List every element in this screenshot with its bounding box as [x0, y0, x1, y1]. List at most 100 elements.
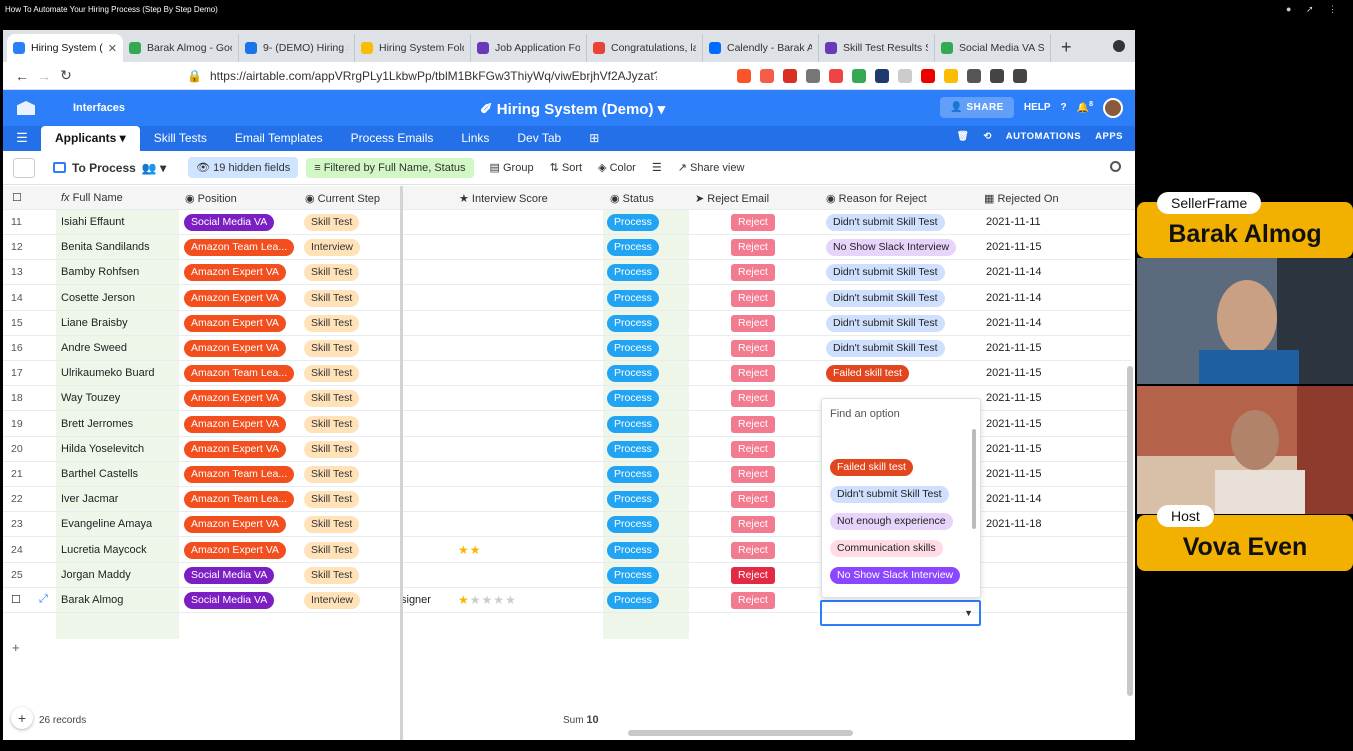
sidebar-icon[interactable] [990, 68, 1004, 83]
help-button[interactable]: HELP [1024, 102, 1051, 113]
status-cell[interactable]: Process [607, 239, 659, 257]
add-table-icon[interactable]: ⊞ [575, 131, 613, 151]
reject-email-button[interactable]: Reject [731, 592, 775, 609]
current-step-cell[interactable]: Skill Test [304, 264, 360, 282]
alert-icon[interactable] [760, 68, 774, 83]
automations-button[interactable]: AUTOMATIONS [1006, 131, 1081, 142]
browser-tab[interactable]: Social Media VA Sk [935, 34, 1051, 62]
dropdown-option[interactable]: No Show Slack Interview [830, 567, 961, 584]
table-tab[interactable]: Email Templates [221, 131, 337, 151]
full-name-cell[interactable]: Benita Sandilands [61, 241, 150, 253]
full-name-cell[interactable]: Iver Jacmar [61, 493, 118, 505]
current-step-cell[interactable]: Interview [304, 592, 361, 609]
status-cell[interactable]: Process [607, 390, 659, 408]
reject-email-button[interactable]: Reject [731, 415, 775, 433]
position-cell[interactable]: Amazon Team Lea... [184, 466, 295, 483]
brave-icon[interactable] [737, 68, 751, 83]
close-icon[interactable]: ✕ [108, 42, 117, 55]
table-tab[interactable]: Links [447, 131, 503, 151]
horizontal-scrollbar[interactable] [628, 730, 853, 736]
full-name-cell[interactable]: Ulrikaumeko Buard [61, 367, 155, 379]
position-cell[interactable]: Amazon Team Lea... [184, 365, 295, 383]
position-cell[interactable]: Amazon Expert VA [184, 541, 286, 559]
active-cell-reason[interactable]: ▼ [820, 600, 981, 626]
status-cell[interactable]: Process [607, 289, 659, 307]
status-cell[interactable]: Process [607, 541, 659, 559]
dropdown-scrollbar[interactable] [972, 429, 976, 529]
full-name-cell[interactable]: Isiahi Effaunt [61, 216, 124, 228]
table-row[interactable]: 14 Cosette Jerson Amazon Expert VA Skill Te… [3, 286, 1131, 311]
interview-score-rating[interactable]: ★★ [458, 543, 482, 557]
status-cell[interactable]: Process [607, 214, 659, 231]
reject-email-button[interactable]: Reject [731, 440, 775, 458]
full-name-cell[interactable]: Jorgan Maddy [61, 569, 131, 581]
help-icon[interactable]: ? [1061, 102, 1067, 113]
position-cell[interactable]: Social Media VA [184, 592, 275, 609]
current-step-cell[interactable]: Skill Test [304, 390, 360, 408]
status-cell[interactable]: Process [607, 491, 659, 509]
notifications-icon[interactable]: 🔔8 [1077, 101, 1093, 113]
dropdown-option[interactable]: Failed skill test [830, 459, 913, 476]
expand-icon[interactable]: ⤢ [39, 593, 48, 606]
current-step-cell[interactable]: Skill Test [304, 289, 360, 307]
table-row[interactable]: 11 Isiahi Effaunt Social Media VA Skill Tes… [3, 210, 1131, 235]
status-cell[interactable]: Process [607, 440, 659, 458]
table-row[interactable]: 13 Bamby Rohfsen Amazon Expert VA Skill Tes… [3, 260, 1131, 286]
position-cell[interactable]: Amazon Team Lea... [184, 491, 295, 509]
rejected-on-cell[interactable]: 2021-11-15 [986, 241, 1041, 253]
url-field[interactable]: 🔒 https://airtable.com/appVRrgPLy1LkbwPp/… [187, 69, 657, 83]
reason-cell[interactable]: Didn't submit Skill Test [826, 214, 945, 231]
current-step-cell[interactable]: Skill Test [304, 440, 360, 458]
camera-icon[interactable] [806, 68, 820, 83]
dropdown-option[interactable]: Communication skills [830, 540, 943, 557]
position-cell[interactable]: Amazon Expert VA [184, 264, 286, 282]
filter-button[interactable]: ≡ Filtered by Full Name, Status [306, 157, 474, 178]
row-checkbox[interactable]: ☐ [11, 593, 21, 606]
hide-fields-button[interactable]: 👁 19 hidden fields [188, 157, 299, 178]
position-cell[interactable]: Amazon Expert VA [184, 415, 286, 433]
browser-tab[interactable]: Barak Almog - Goo [123, 34, 239, 62]
reject-email-button[interactable]: Reject [731, 289, 775, 307]
position-cell[interactable]: Social Media VA [184, 566, 275, 584]
status-cell[interactable]: Process [607, 340, 659, 357]
full-name-cell[interactable]: Evangeline Amaya [61, 518, 152, 530]
reject-email-button[interactable]: Reject [731, 340, 775, 357]
reject-email-button[interactable]: Reject [731, 264, 775, 282]
current-step-cell[interactable]: Skill Test [304, 314, 360, 332]
reason-cell[interactable]: Didn't submit Skill Test [826, 289, 945, 307]
position-cell[interactable]: Social Media VA [184, 214, 275, 231]
menu-icon[interactable] [1013, 68, 1027, 83]
reject-email-button[interactable]: Reject [731, 491, 775, 509]
base-title[interactable]: ✐ Hiring System (Demo) ▾ [480, 100, 665, 118]
table-tab[interactable]: Dev Tab [503, 131, 575, 151]
reject-email-button[interactable]: Reject [731, 390, 775, 408]
full-name-cell[interactable]: Liane Braisby [61, 317, 128, 329]
reason-cell[interactable]: Didn't submit Skill Test [826, 314, 945, 332]
browser-tab[interactable]: 9- (DEMO) Hiring S [239, 34, 355, 62]
table-tab[interactable]: Process Emails [337, 131, 448, 151]
airtable-logo-icon[interactable] [17, 101, 35, 115]
rejected-on-cell[interactable]: 2021-11-15 [986, 342, 1041, 354]
full-name-cell[interactable]: Andre Sweed [61, 342, 127, 354]
puzzle-icon[interactable] [967, 68, 981, 83]
current-step-cell[interactable]: Skill Test [304, 415, 360, 433]
add-row-icon[interactable]: + [12, 640, 20, 655]
rejected-on-cell[interactable]: 2021-11-15 [986, 468, 1041, 480]
vertical-scrollbar[interactable] [1127, 366, 1133, 696]
position-cell[interactable]: Amazon Expert VA [184, 314, 286, 332]
current-step-cell[interactable]: Skill Test [304, 516, 360, 534]
drive-icon[interactable] [944, 68, 958, 83]
trash-icon[interactable]: 🗑 [957, 131, 970, 142]
full-name-cell[interactable]: Lucretia Maycock [61, 544, 147, 556]
table-row[interactable]: 15 Liane Braisby Amazon Expert VA Skill Tes… [3, 311, 1131, 336]
current-step-cell[interactable]: Interview [304, 239, 361, 257]
video-controls-icon[interactable]: ● ➚ ⋮ [1286, 4, 1343, 15]
reject-email-button[interactable]: Reject [731, 314, 775, 332]
react-icon[interactable] [875, 68, 889, 83]
color-button[interactable]: ◈ Color [598, 161, 636, 174]
status-cell[interactable]: Process [607, 592, 659, 609]
rejected-on-cell[interactable]: 2021-11-15 [986, 392, 1041, 404]
dropdown-option[interactable]: Didn't submit Skill Test [830, 486, 949, 503]
search-icon[interactable] [1110, 161, 1121, 172]
select-all-checkbox[interactable]: ☐ [12, 191, 22, 204]
